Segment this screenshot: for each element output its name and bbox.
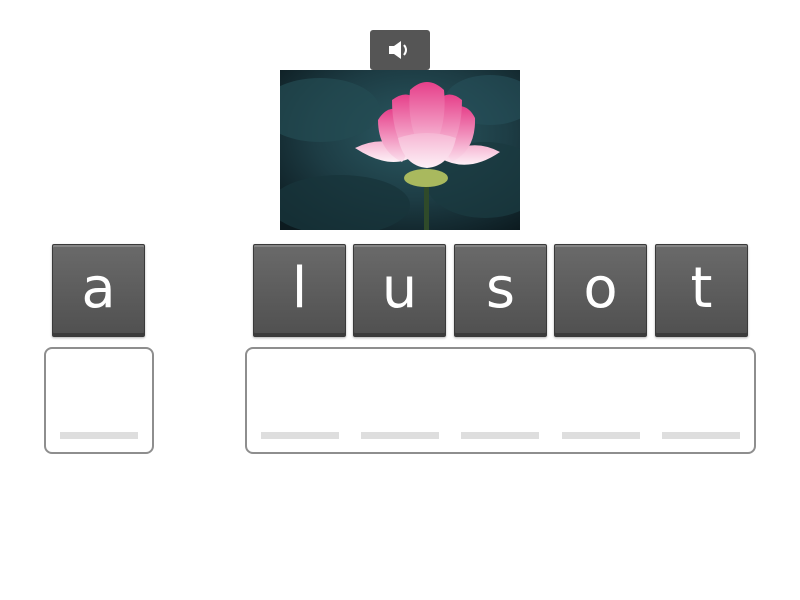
letter-slot[interactable] [562,432,640,439]
letter-slot[interactable] [461,432,539,439]
letter-tile[interactable]: s [454,244,547,337]
letter-tile[interactable]: a [52,244,145,337]
letter-slot[interactable] [361,432,439,439]
letter-tile[interactable]: u [353,244,446,337]
letter-tile[interactable]: t [655,244,748,337]
letter-slot[interactable] [261,432,339,439]
audio-button[interactable] [370,30,430,70]
letter-slot[interactable] [60,432,138,439]
letter-slot[interactable] [662,432,740,439]
letter-tile[interactable]: l [253,244,346,337]
speaker-icon [389,41,407,59]
lotus-flower-image [280,70,520,230]
anagram-game: a l u s o t [0,0,800,600]
letter-tile[interactable]: o [554,244,647,337]
